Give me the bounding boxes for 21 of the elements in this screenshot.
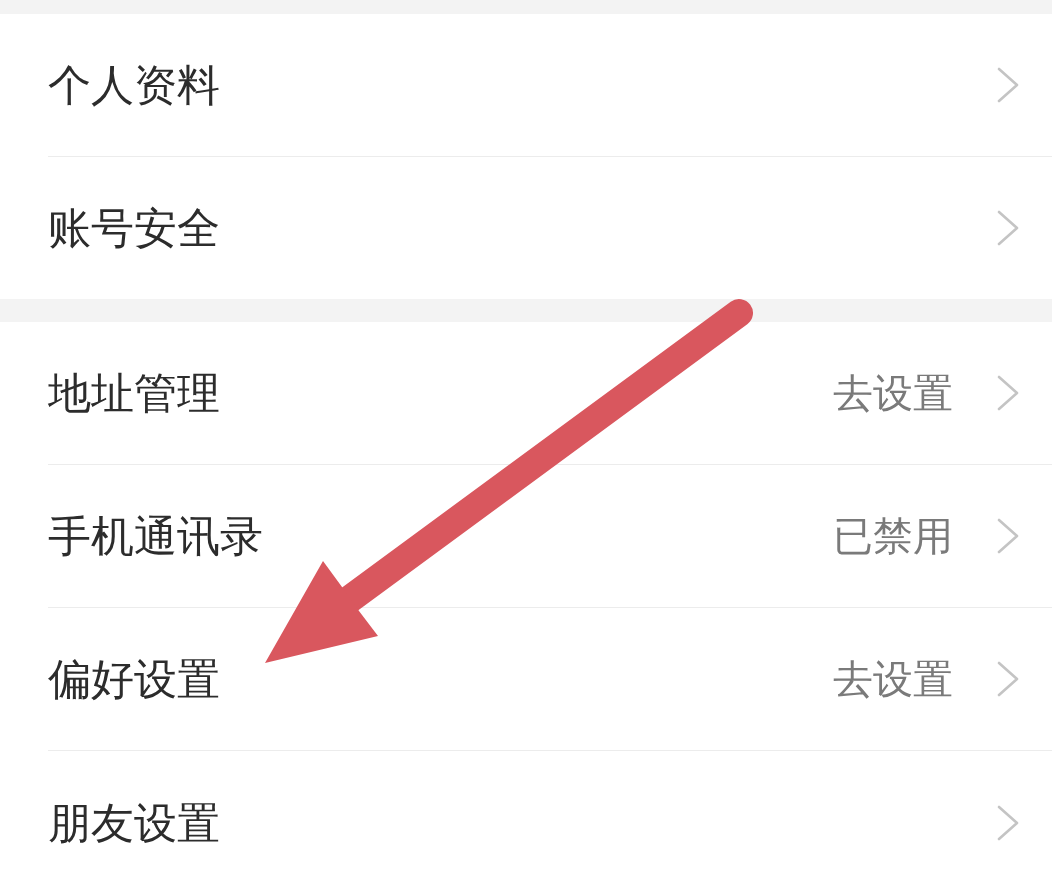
row-label: 地址管理 — [48, 369, 221, 417]
chevron-right-icon — [997, 805, 1019, 841]
settings-row[interactable]: 偏好设置 去设置 — [0, 608, 1052, 750]
row-value: 已禁用 — [833, 512, 953, 560]
chevron-right-icon — [997, 67, 1019, 103]
row-label: 个人资料 — [48, 61, 221, 109]
row-label: 账号安全 — [48, 204, 221, 252]
row-label: 偏好设置 — [48, 655, 221, 703]
settings-row[interactable]: 朋友设置 — [0, 751, 1052, 880]
chevron-right-icon — [997, 375, 1019, 411]
row-value: 去设置 — [833, 655, 953, 703]
row-label: 手机通讯录 — [48, 512, 264, 560]
settings-row[interactable]: 账号安全 — [0, 157, 1052, 299]
chevron-right-icon — [997, 518, 1019, 554]
settings-row[interactable]: 个人资料 — [0, 14, 1052, 156]
row-label: 朋友设置 — [48, 799, 221, 847]
settings-row[interactable]: 手机通讯录 已禁用 — [0, 465, 1052, 607]
settings-row[interactable]: 地址管理 去设置 — [0, 322, 1052, 464]
row-value: 去设置 — [833, 369, 953, 417]
chevron-right-icon — [997, 210, 1019, 246]
chevron-right-icon — [997, 661, 1019, 697]
